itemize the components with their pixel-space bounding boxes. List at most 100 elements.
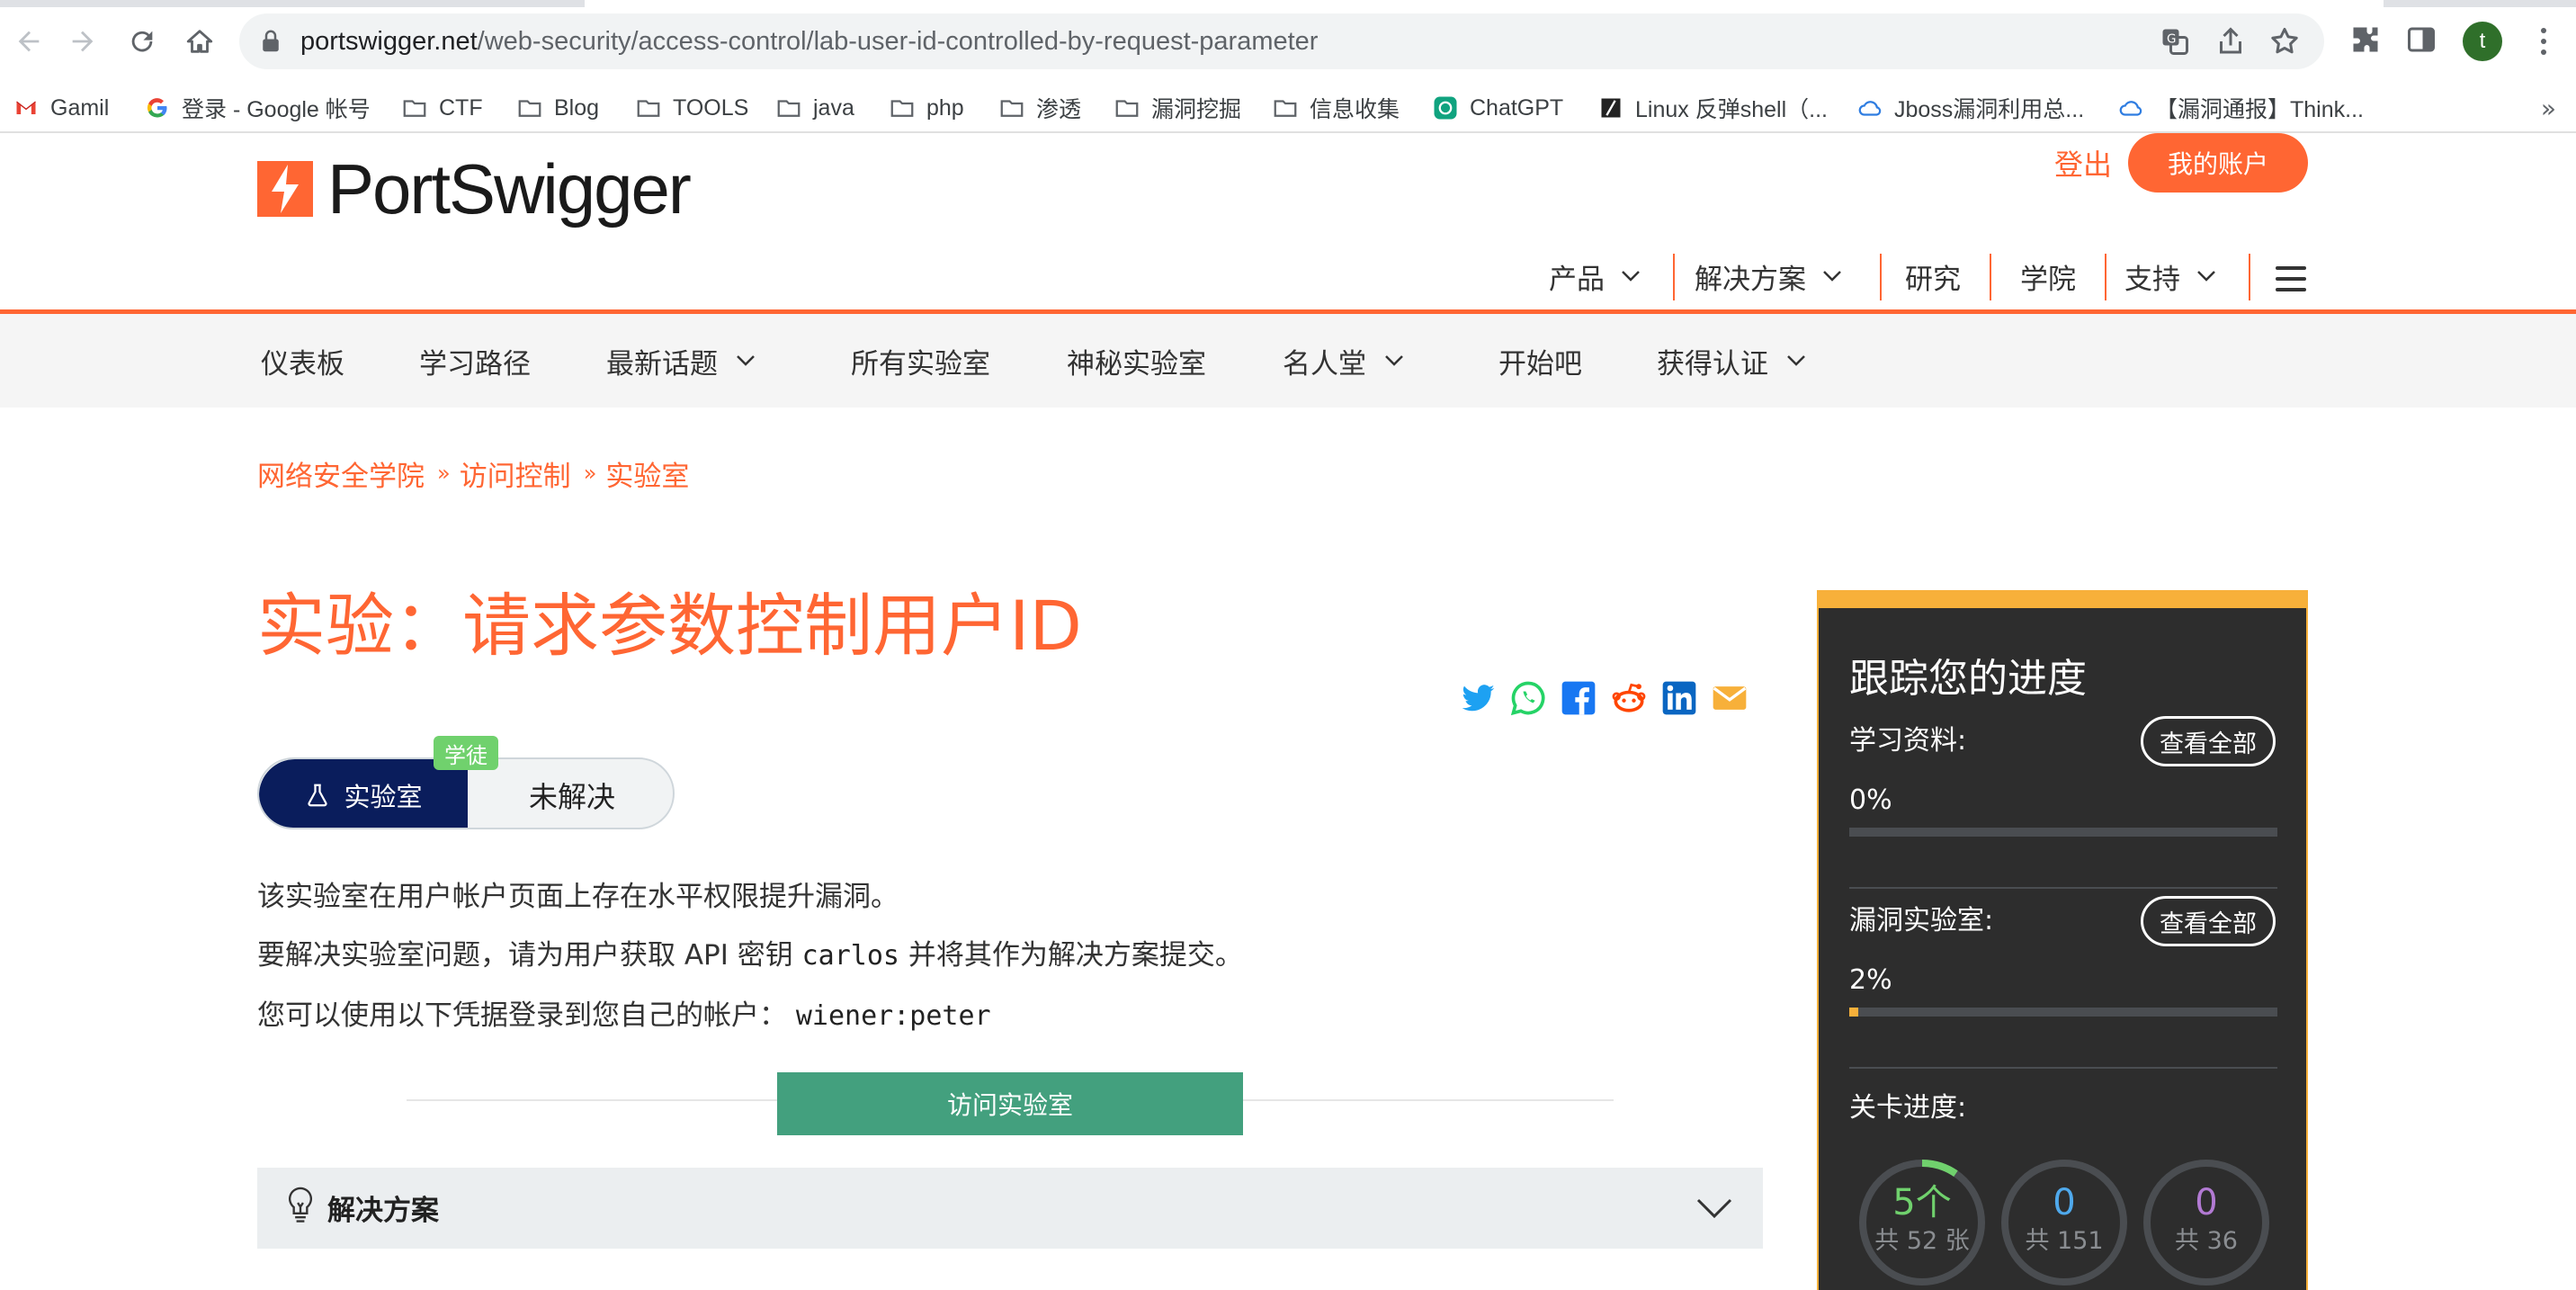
subnav-get-started[interactable]: 开始吧	[1498, 314, 1582, 408]
translate-icon[interactable]: G	[2159, 25, 2191, 58]
ring-total: 共 151	[2025, 1227, 2104, 1255]
ring-count: 0	[2195, 1182, 2218, 1223]
portswigger-logo[interactable]: PortSwigger	[257, 154, 692, 224]
address-bar[interactable]: portswigger.net/web-security/access-cont…	[239, 13, 2324, 69]
site-header: PortSwigger 登出 我的账户 产品 解决方案 研究 学院 支持	[0, 133, 2576, 313]
extensions-icon[interactable]	[2349, 23, 2382, 56]
my-account-button[interactable]: 我的账户	[2128, 133, 2308, 193]
breadcrumb-access-control[interactable]: 访问控制	[460, 453, 571, 494]
reload-icon[interactable]	[121, 20, 164, 63]
reddit-icon[interactable]	[1608, 677, 1650, 719]
subnav-latest-topics[interactable]: 最新话题	[606, 314, 756, 408]
breadcrumb-academy[interactable]: 网络安全学院	[257, 453, 425, 494]
ring-total: 共 52 张	[1874, 1227, 1970, 1255]
breadcrumb: 网络安全学院 » 访问控制 » 实验室	[257, 453, 689, 493]
facebook-icon[interactable]	[1558, 677, 1599, 719]
academy-subnav: 仪表板 学习路径 最新话题 所有实验室 神秘实验室 名人堂 开始吧 获得认证	[0, 314, 2576, 408]
bookmark-label: php	[926, 94, 964, 121]
nav-solutions[interactable]: 解决方案	[1695, 250, 1842, 302]
chatgpt-icon	[1432, 94, 1459, 121]
bookmark-item[interactable]: 漏洞挖掘	[1114, 83, 1241, 133]
nav-label: 支持	[2124, 263, 2180, 296]
lab-type-text: 实验室	[344, 782, 423, 812]
profile-avatar[interactable]: t	[2463, 22, 2502, 61]
bookmark-label: Gamil	[50, 94, 110, 121]
hamburger-menu-icon[interactable]	[2276, 266, 2306, 291]
bookmarks-bar: Gamil 登录 - Google 帐号 CTF Blog TOOLS java…	[0, 83, 2576, 133]
bookmark-item[interactable]: 渗透	[998, 83, 1081, 133]
bookmark-item[interactable]: Gamil	[13, 83, 109, 133]
subnav-label: 获得认证	[1657, 347, 1768, 381]
email-icon[interactable]	[1709, 677, 1750, 719]
active-tab[interactable]	[585, 0, 2384, 7]
subnav-get-certified[interactable]: 获得认证	[1657, 314, 1806, 408]
chevron-down-icon	[737, 355, 755, 366]
subnav-label: 所有实验室	[851, 347, 990, 381]
bookmark-item[interactable]: 【漏洞通报】Think...	[2117, 83, 2364, 133]
forward-icon[interactable]	[61, 20, 104, 63]
whatsapp-icon[interactable]	[1507, 677, 1549, 719]
nav-divider	[2249, 254, 2250, 300]
target-username: carlos	[801, 940, 899, 972]
labs-progress-fill	[1849, 1008, 1858, 1017]
practitioner-progress-ring: 0 共 151	[1997, 1155, 2132, 1290]
bookmark-item[interactable]: ChatGPT	[1432, 83, 1563, 133]
logout-link[interactable]: 登出	[2054, 142, 2112, 184]
browser-menu-icon[interactable]	[2526, 23, 2562, 59]
subnav-dashboard[interactable]: 仪表板	[261, 314, 344, 408]
credentials-text: 您可以使用以下凭据登录到您自己的帐户：	[257, 999, 787, 1032]
chevron-down-icon	[1696, 1198, 1732, 1218]
breadcrumb-separator: »	[583, 461, 597, 486]
star-icon[interactable]	[2268, 25, 2301, 58]
side-panel-icon[interactable]	[2405, 23, 2437, 56]
share-icon[interactable]	[2214, 25, 2247, 58]
bookmark-item[interactable]: 信息收集	[1272, 83, 1400, 133]
learning-materials-percent: 0%	[1849, 784, 1892, 816]
bookmarks-overflow-button[interactable]: »	[2541, 94, 2556, 123]
subnav-hall-of-fame[interactable]: 名人堂	[1283, 314, 1404, 408]
home-icon[interactable]	[178, 20, 221, 63]
lock-icon[interactable]	[257, 28, 284, 55]
ring-count: 0	[2053, 1182, 2076, 1223]
ring-total: 共 36	[2175, 1227, 2238, 1255]
labs-percent: 2%	[1849, 964, 1892, 996]
subnav-learning-path[interactable]: 学习路径	[419, 314, 531, 408]
nav-products[interactable]: 产品	[1549, 250, 1641, 302]
nav-research[interactable]: 研究	[1905, 250, 1961, 302]
bookmark-label: 渗透	[1036, 97, 1082, 122]
chevron-down-icon	[2197, 271, 2215, 282]
access-lab-button[interactable]: 访问实验室	[777, 1072, 1243, 1135]
expert-progress-ring: 0 共 36	[2139, 1155, 2274, 1290]
subnav-label: 开始吧	[1498, 347, 1582, 381]
nav-academy[interactable]: 学院	[2020, 250, 2076, 302]
nav-support[interactable]: 支持	[2124, 250, 2216, 302]
view-all-labs-button[interactable]: 查看全部	[2141, 896, 2276, 946]
solution-accordion[interactable]: 解决方案	[257, 1168, 1763, 1249]
learning-progress-bar	[1849, 828, 2277, 837]
bookmark-item[interactable]: java	[775, 83, 854, 133]
difficulty-tag: 学徒	[434, 736, 498, 770]
google-icon	[144, 94, 171, 121]
labs-progress-bar	[1849, 1008, 2277, 1017]
bookmark-item[interactable]: Jboss漏洞利用总...	[1856, 83, 2084, 133]
subnav-all-labs[interactable]: 所有实验室	[851, 314, 990, 408]
folder-icon	[516, 94, 543, 121]
twitter-icon[interactable]	[1457, 677, 1498, 719]
folder-icon	[635, 94, 662, 121]
subnav-mystery-labs[interactable]: 神秘实验室	[1067, 314, 1206, 408]
breadcrumb-lab[interactable]: 实验室	[605, 453, 689, 494]
view-all-learning-button[interactable]: 查看全部	[2141, 716, 2276, 766]
bookmark-item[interactable]: Linux 反弹shell（...	[1597, 83, 1828, 133]
bookmark-item[interactable]: TOOLS	[635, 83, 748, 133]
bookmark-item[interactable]: CTF	[401, 83, 483, 133]
bookmark-item[interactable]: php	[889, 83, 964, 133]
subnav-label: 仪表板	[261, 347, 344, 381]
bookmark-item[interactable]: 登录 - Google 帐号	[144, 83, 371, 133]
bookmark-label: ChatGPT	[1470, 94, 1564, 121]
folder-icon	[401, 94, 428, 121]
linkedin-icon[interactable]	[1659, 677, 1700, 719]
url-text[interactable]: portswigger.net/web-security/access-cont…	[300, 24, 1318, 58]
bookmark-label: Blog	[554, 94, 600, 121]
back-icon[interactable]	[7, 20, 50, 63]
bookmark-item[interactable]: Blog	[516, 83, 599, 133]
